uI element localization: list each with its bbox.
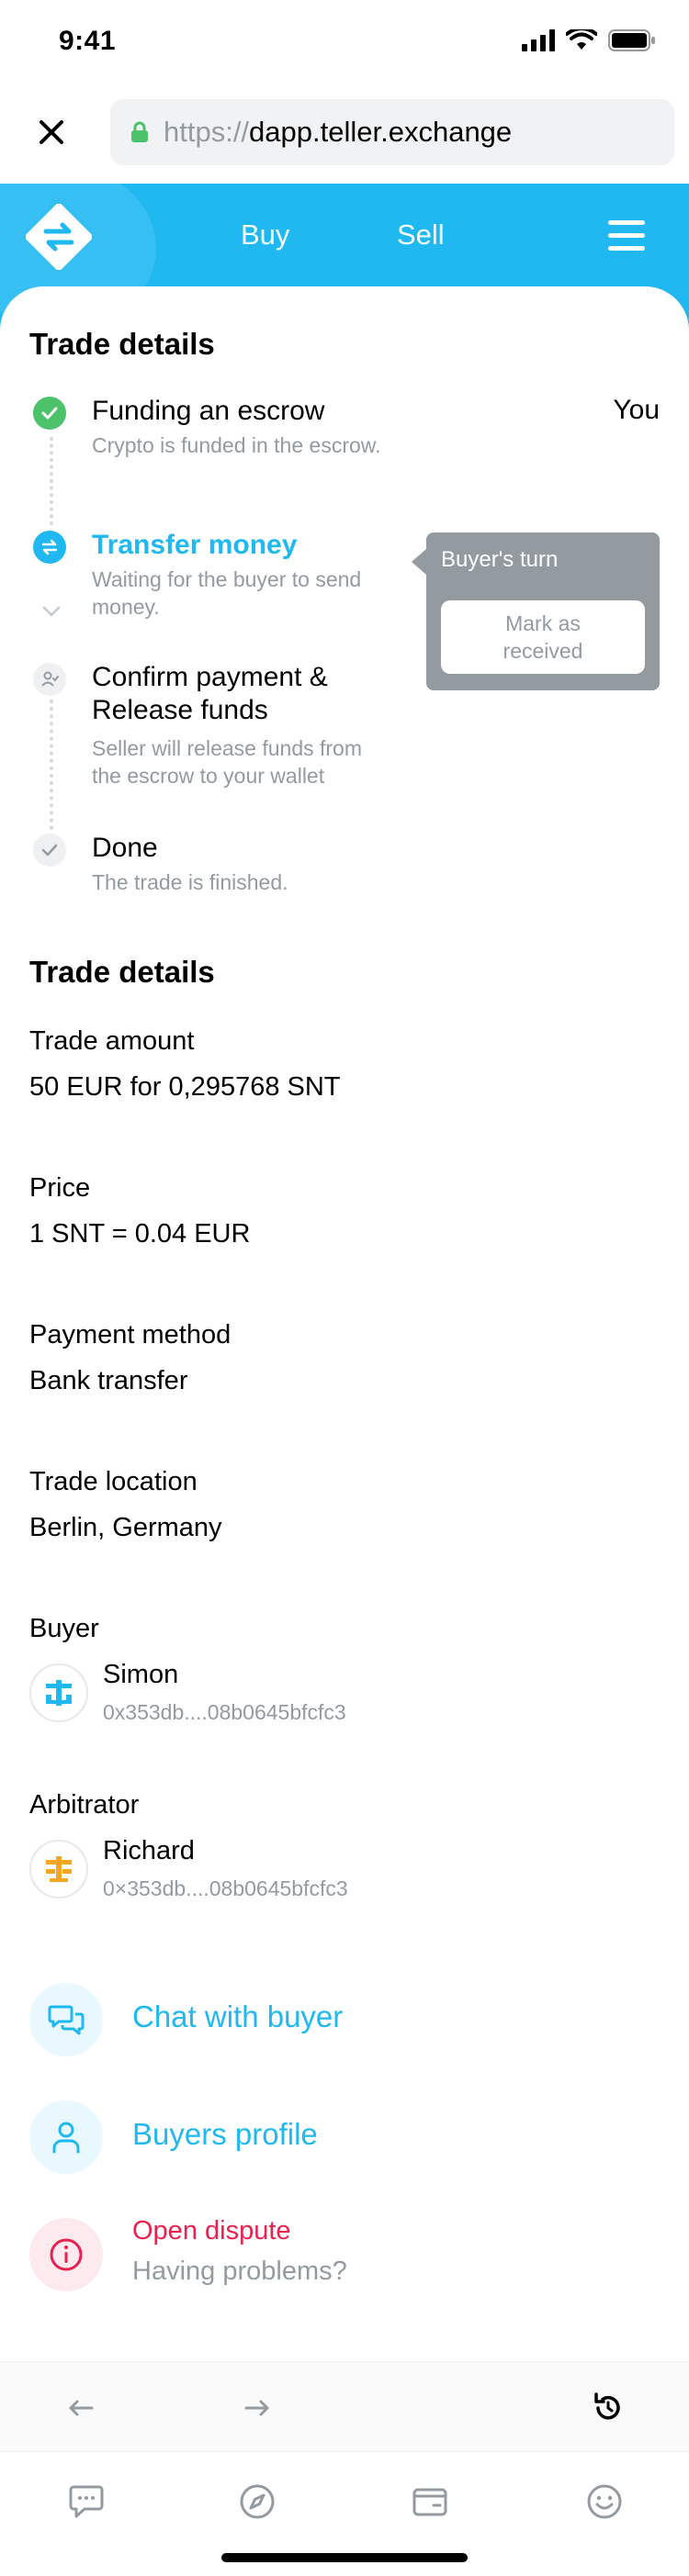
browser-toolbar (0, 2361, 689, 2451)
trade-content: Trade details Funding an escrow Crypto i… (0, 286, 689, 2361)
arrow-right-icon (244, 2400, 269, 2416)
chat-with-buyer-button[interactable]: Chat with buyer (29, 1983, 660, 2056)
close-icon (40, 120, 63, 144)
profile-label: Buyers profile (132, 2117, 318, 2151)
arbitrator-avatar (29, 1840, 88, 1898)
details-title: Trade details (29, 955, 215, 989)
reload-button[interactable] (588, 2388, 628, 2428)
step-confirm-payment: Confirm payment & Release funds Seller w… (29, 661, 660, 808)
browser-address-row: https://dapp.teller.exchange (0, 81, 689, 184)
dispute-sublabel: Having problems? (132, 2257, 347, 2286)
chat-icon (29, 1983, 103, 2056)
status-bar: 9:41 (0, 0, 689, 81)
transfer-arrows-icon (33, 531, 66, 564)
menu-button[interactable] (608, 218, 649, 252)
back-button[interactable] (61, 2388, 101, 2428)
price-label: Price (29, 1173, 91, 1203)
step-title: Done (92, 833, 158, 863)
button-label-line1: Mark as (505, 611, 581, 635)
tab-wallet[interactable] (408, 2480, 452, 2524)
close-button[interactable] (28, 108, 75, 156)
alert-info-icon (29, 2218, 103, 2291)
url-host: dapp.teller.exchange (249, 116, 513, 148)
tab-profile[interactable] (582, 2480, 627, 2524)
battery-icon (608, 29, 655, 51)
step-subtitle: The trade is finished. (92, 870, 288, 894)
buyer-label: Buyer (29, 1614, 99, 1643)
step-done: Done The trade is finished. (29, 832, 660, 896)
teller-logo[interactable] (25, 203, 93, 271)
step-title: Funding an escrow (92, 396, 325, 426)
step-title: Transfer money (92, 530, 298, 560)
progress-title: Trade details (29, 327, 215, 361)
arbitrator-card[interactable]: Richard 0×353db....08b0645bfcfc3 (29, 1836, 660, 1910)
forward-button[interactable] (237, 2388, 277, 2428)
trade-location-label: Trade location (29, 1467, 198, 1496)
buyers-profile-button[interactable]: Buyers profile (29, 2100, 660, 2174)
payment-method-label: Payment method (29, 1320, 232, 1350)
payment-method-value: Bank transfer (29, 1366, 188, 1395)
teller-logo-icon (25, 203, 93, 271)
buyer-card[interactable]: Simon 0x353db....08b0645bfcfc3 (29, 1660, 660, 1733)
reload-icon (594, 2392, 620, 2420)
step-connector (50, 700, 53, 837)
tooltip-title: Buyer's turn (441, 547, 559, 572)
mark-as-received-label: Mark as received (503, 610, 583, 665)
wallet-icon (412, 2488, 447, 2516)
dispute-label: Open dispute (132, 2216, 291, 2246)
identicon-icon (46, 1680, 72, 1706)
compass-icon (240, 2484, 275, 2519)
step-subtitle-line1: Seller will release funds from (92, 736, 363, 760)
menu-bar (608, 233, 645, 238)
tab-browser[interactable] (235, 2480, 279, 2524)
price-value: 1 SNT = 0.04 EUR (29, 1219, 251, 1249)
buyer-name: Simon (103, 1660, 179, 1689)
check-circle-icon (33, 834, 66, 867)
app-tab-bar (0, 2451, 689, 2576)
smiley-icon (587, 2484, 622, 2519)
trade-amount-label: Trade amount (29, 1026, 195, 1056)
step-subtitle-line2: the escrow to your wallet (92, 764, 325, 788)
step-connector (50, 437, 53, 525)
nav-buy[interactable]: Buy (241, 218, 289, 252)
lock-icon (131, 121, 148, 142)
step-subtitle-line1: Waiting for the buyer to send (92, 567, 362, 591)
trade-location-value: Berlin, Germany (29, 1513, 222, 1542)
step-title-line2: Release funds (92, 695, 268, 725)
arbitrator-address: 0×353db....08b0645bfcfc3 (103, 1876, 348, 1900)
buyer-address: 0x353db....08b0645bfcfc3 (103, 1700, 346, 1724)
status-icons (522, 29, 656, 51)
cellular-signal-icon (522, 29, 555, 51)
step-title-line1: Confirm payment & (92, 662, 328, 692)
wifi-icon (566, 29, 597, 50)
arbitrator-name: Richard (103, 1836, 195, 1865)
chat-label: Chat with buyer (132, 1999, 344, 2033)
step-subtitle-line2: money. (92, 595, 160, 619)
arrow-left-icon (69, 2400, 94, 2416)
chevron-down-icon (42, 606, 61, 617)
step-funding-escrow: Funding an escrow Crypto is funded in th… (29, 395, 660, 459)
check-circle-icon (33, 397, 66, 430)
open-dispute-button[interactable]: Open dispute Having problems? (29, 2216, 660, 2291)
status-time: 9:41 (59, 26, 117, 56)
user-icon (29, 2100, 103, 2174)
identicon-icon (46, 1856, 72, 1882)
tab-chats[interactable] (64, 2480, 108, 2524)
trade-amount-value: 50 EUR for 0,295768 SNT (29, 1072, 341, 1102)
url-protocol: https:// (164, 116, 250, 148)
buyer-avatar (29, 1663, 88, 1722)
arbitrator-label: Arbitrator (29, 1790, 140, 1820)
nav-sell[interactable]: Sell (397, 218, 445, 252)
chat-bubble-icon (69, 2485, 104, 2518)
home-indicator (221, 2553, 468, 2562)
menu-bar (608, 220, 645, 225)
url-text: https://dapp.teller.exchange (164, 116, 512, 149)
url-bar[interactable]: https://dapp.teller.exchange (110, 99, 674, 165)
user-check-icon (33, 663, 66, 696)
step-badge-you: You (613, 395, 660, 425)
step-subtitle: Crypto is funded in the escrow. (92, 433, 381, 457)
menu-bar (608, 246, 645, 251)
